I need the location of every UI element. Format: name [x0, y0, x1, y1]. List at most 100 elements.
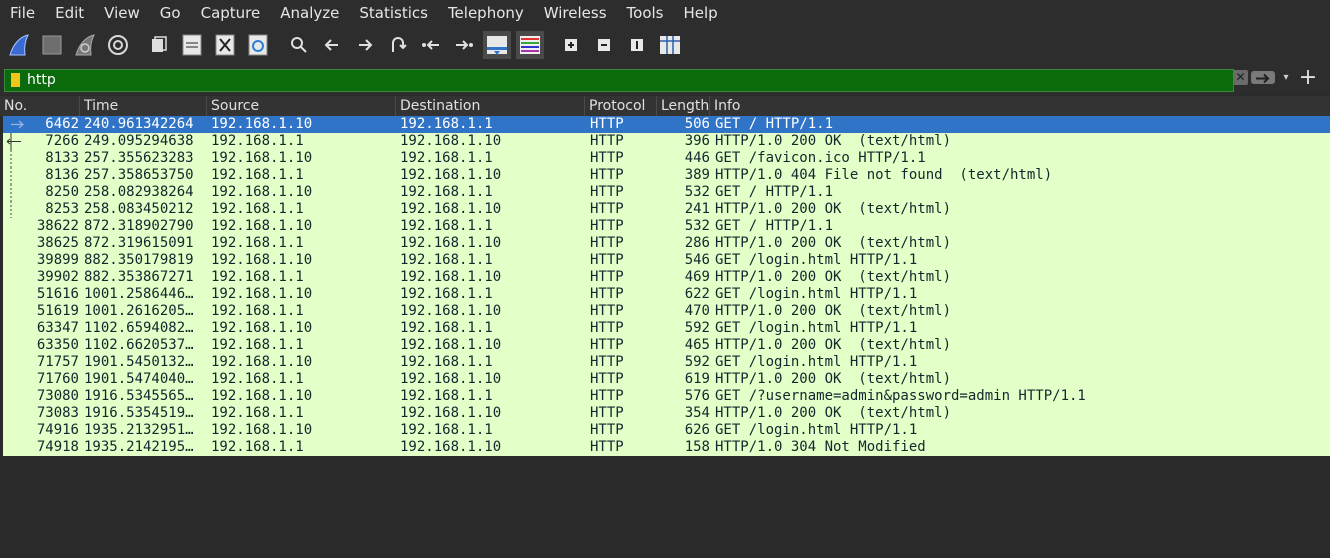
cell-source: 192.168.1.10: [211, 320, 313, 336]
column-header-info[interactable]: Info: [710, 96, 1330, 116]
go-back-icon[interactable]: [318, 31, 346, 59]
cell-protocol: HTTP: [590, 150, 624, 166]
menu-telephony[interactable]: Telephony: [438, 0, 534, 26]
cell-length: 592: [684, 320, 710, 336]
column-header-source[interactable]: Source: [207, 96, 396, 116]
cell-length: 506: [684, 116, 710, 132]
menu-analyze[interactable]: Analyze: [270, 0, 349, 26]
menu-wireless[interactable]: Wireless: [534, 0, 617, 26]
packet-row[interactable]: 39902 882.353867271 192.168.1.1 192.168.1.1…: [0, 269, 1330, 286]
display-filter-input[interactable]: [25, 70, 1229, 91]
menu-edit[interactable]: Edit: [45, 0, 94, 26]
column-header-destination[interactable]: Destination: [396, 96, 585, 116]
packet-row[interactable]: 8136 257.358653750 192.168.1.1 192.168.1.10…: [0, 167, 1330, 184]
colorize-icon[interactable]: [516, 31, 544, 59]
capture-options-icon[interactable]: [104, 31, 132, 59]
cell-info: GET /favicon.ico HTTP/1.1: [715, 150, 926, 166]
cell-destination: 192.168.1.10: [400, 405, 502, 421]
go-first-packet-icon[interactable]: [417, 31, 445, 59]
packet-row[interactable]: 8133 257.355623283 192.168.1.10 192.168.1.1…: [0, 150, 1330, 167]
cell-info: GET /?username=admin&password=admin HTTP…: [715, 388, 1086, 404]
packet-row[interactable]: 63350 1102.6620537… 192.168.1.1 192.168.1.1…: [0, 337, 1330, 354]
menu-file[interactable]: File: [0, 0, 45, 26]
packet-row[interactable]: 51616 1001.2586446… 192.168.1.10 192.168.1.…: [0, 286, 1330, 303]
cell-info: HTTP/1.0 200 OK (text/html): [715, 303, 952, 319]
restart-capture-icon[interactable]: [71, 31, 99, 59]
cell-no: 63347: [36, 320, 79, 336]
packet-row[interactable]: 73080 1916.5345565… 192.168.1.10 192.168.1.…: [0, 388, 1330, 405]
cell-time: 1001.2586446…: [84, 286, 194, 302]
menu-capture[interactable]: Capture: [191, 0, 271, 26]
filter-history-dropdown-icon[interactable]: ▾: [1280, 69, 1292, 87]
close-file-icon[interactable]: [211, 31, 239, 59]
packet-row[interactable]: 74918 1935.2142195… 192.168.1.1 192.168.1.1…: [0, 439, 1330, 456]
cell-length: 532: [684, 184, 710, 200]
cell-destination: 192.168.1.1: [400, 286, 493, 302]
packet-row[interactable]: 74916 1935.2132951… 192.168.1.10 192.168.1.…: [0, 422, 1330, 439]
packet-row[interactable]: 8250 258.082938264 192.168.1.10 192.168.1.1…: [0, 184, 1330, 201]
open-file-icon[interactable]: [145, 31, 173, 59]
go-to-packet-icon[interactable]: [384, 31, 412, 59]
menu-tools[interactable]: Tools: [617, 0, 674, 26]
cell-protocol: HTTP: [590, 184, 624, 200]
clear-filter-icon[interactable]: ✕: [1233, 70, 1248, 85]
cell-info: GET /login.html HTTP/1.1: [715, 320, 918, 336]
cell-info: GET /login.html HTTP/1.1: [715, 252, 918, 268]
menu-go[interactable]: Go: [150, 0, 191, 26]
packet-row[interactable]: 39899 882.350179819 192.168.1.10 192.168.1.…: [0, 252, 1330, 269]
column-header-protocol[interactable]: Protocol: [585, 96, 657, 116]
menu-view[interactable]: View: [94, 0, 150, 26]
packet-row[interactable]: 73083 1916.5354519… 192.168.1.1 192.168.1.1…: [0, 405, 1330, 422]
cell-source: 192.168.1.1: [211, 303, 304, 319]
menu-statistics[interactable]: Statistics: [349, 0, 438, 26]
stop-capture-icon[interactable]: [38, 31, 66, 59]
cell-time: 872.318902790: [84, 218, 194, 234]
cell-no: 73080: [36, 388, 79, 404]
packet-row[interactable]: 6462 240.961342264 192.168.1.10 192.168.1.1…: [0, 116, 1330, 133]
add-filter-button-icon[interactable]: +: [1298, 66, 1318, 90]
cell-destination: 192.168.1.1: [400, 218, 493, 234]
cell-info: HTTP/1.0 200 OK (text/html): [715, 235, 952, 251]
packet-row[interactable]: 71760 1901.5474040… 192.168.1.1 192.168.1.1…: [0, 371, 1330, 388]
column-header-no[interactable]: No.: [0, 96, 80, 116]
packet-row[interactable]: 8253 258.083450212 192.168.1.1 192.168.1.10…: [0, 201, 1330, 218]
cell-destination: 192.168.1.10: [400, 337, 502, 353]
packet-row[interactable]: 63347 1102.6594082… 192.168.1.10 192.168.1.…: [0, 320, 1330, 337]
zoom-in-icon[interactable]: [557, 31, 585, 59]
packet-row[interactable]: 38622 872.318902790 192.168.1.10 192.168.1.…: [0, 218, 1330, 235]
cell-no: 73083: [36, 405, 79, 421]
packet-row[interactable]: 7266 249.095294638 192.168.1.1 192.168.1.10…: [0, 133, 1330, 150]
apply-filter-icon[interactable]: [1251, 71, 1275, 84]
column-header-time[interactable]: Time: [80, 96, 207, 116]
cell-source: 192.168.1.10: [211, 184, 313, 200]
cell-length: 286: [684, 235, 710, 251]
resize-columns-icon[interactable]: [656, 31, 684, 59]
cell-protocol: HTTP: [590, 201, 624, 217]
bookmark-icon[interactable]: [11, 73, 20, 87]
packet-row[interactable]: 51619 1001.2616205… 192.168.1.1 192.168.1.1…: [0, 303, 1330, 320]
auto-scroll-icon[interactable]: [483, 31, 511, 59]
find-packet-icon[interactable]: [285, 31, 313, 59]
reload-file-icon[interactable]: [244, 31, 272, 59]
cell-length: 626: [684, 422, 710, 438]
normal-size-icon[interactable]: [623, 31, 651, 59]
go-last-packet-icon[interactable]: [450, 31, 478, 59]
column-header-length[interactable]: Length: [657, 96, 710, 116]
cell-protocol: HTTP: [590, 337, 624, 353]
cell-protocol: HTTP: [590, 405, 624, 421]
cell-length: 396: [684, 133, 710, 149]
related-line-icon: [10, 201, 12, 218]
cell-time: 249.095294638: [84, 133, 194, 149]
packet-row[interactable]: 38625 872.319615091 192.168.1.1 192.168.1.1…: [0, 235, 1330, 252]
cell-protocol: HTTP: [590, 133, 624, 149]
shark-fin-start-icon[interactable]: [5, 31, 33, 59]
zoom-out-icon[interactable]: [590, 31, 618, 59]
menu-help[interactable]: Help: [673, 0, 727, 26]
cell-source: 192.168.1.1: [211, 269, 304, 285]
go-forward-icon[interactable]: [351, 31, 379, 59]
packet-row[interactable]: 71757 1901.5450132… 192.168.1.10 192.168.1.…: [0, 354, 1330, 371]
cell-source: 192.168.1.1: [211, 405, 304, 421]
save-file-icon[interactable]: [178, 31, 206, 59]
cell-no: 74918: [36, 439, 79, 455]
cell-protocol: HTTP: [590, 218, 624, 234]
